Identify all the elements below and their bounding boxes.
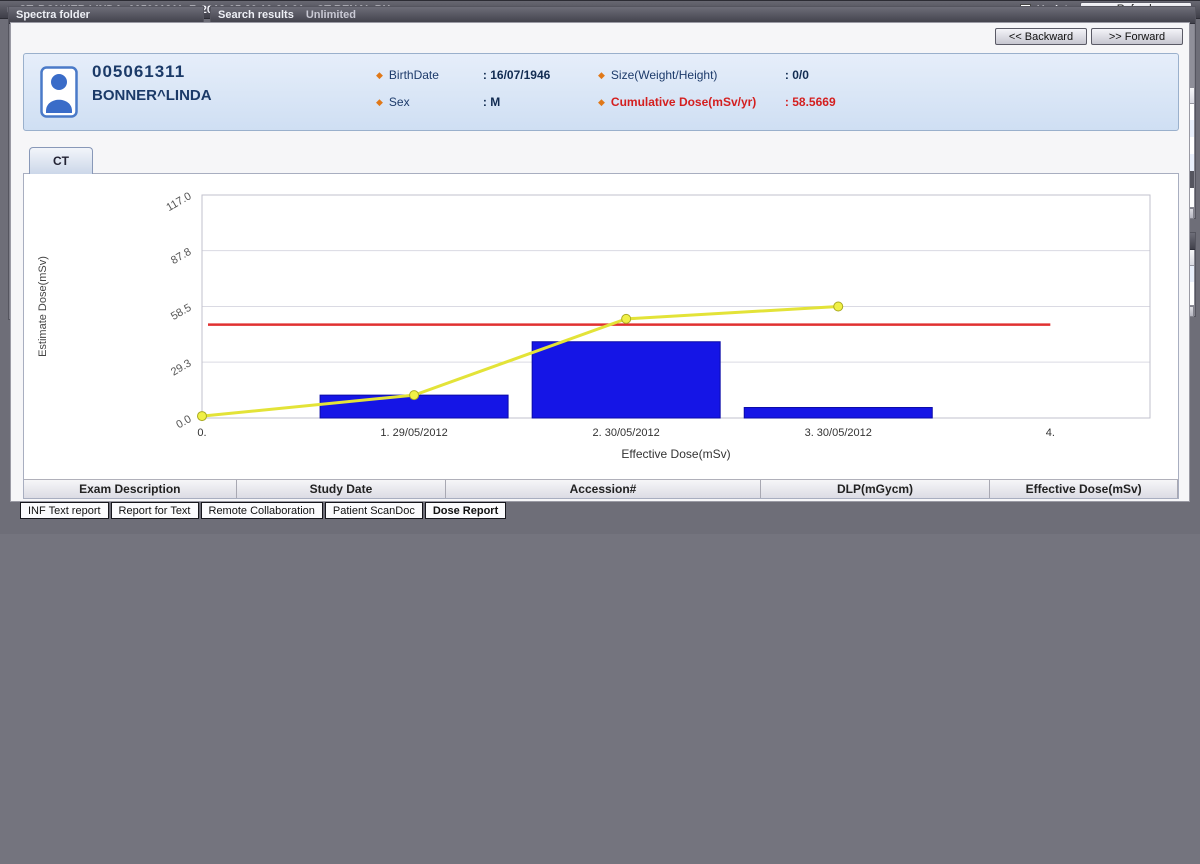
svg-text:4.: 4.: [1046, 427, 1055, 439]
search-results-count: Unlimited: [306, 9, 356, 21]
cumulative-dose-field: ◆ Cumulative Dose(mSv/yr) : 58.5669: [598, 95, 836, 109]
svg-text:0.0: 0.0: [174, 413, 193, 431]
diamond-icon: ◆: [598, 97, 605, 108]
spectra-folder-title: Spectra folder: [16, 9, 90, 21]
birthdate-field: ◆ BirthDate : 16/07/1946: [376, 68, 550, 82]
search-results-title: Search results: [218, 9, 294, 21]
patient-id: 005061311: [92, 62, 185, 82]
birthdate-value: : 16/07/1946: [483, 68, 550, 82]
dose-report-table-header: Exam DescriptionStudy DateAccession#DLP(…: [24, 479, 1178, 498]
cumulative-dose-label: Cumulative Dose(mSv/yr): [611, 95, 779, 109]
tab-dose-report[interactable]: Dose Report: [425, 502, 506, 519]
patient-name: BONNER^LINDA: [92, 87, 212, 104]
svg-text:Estimate Dose(mSv): Estimate Dose(mSv): [37, 256, 49, 357]
modality-tab-ct[interactable]: CT: [29, 147, 93, 174]
forward-button[interactable]: >> Forward: [1091, 28, 1183, 45]
tab-remote-collaboration[interactable]: Remote Collaboration: [201, 502, 323, 519]
patient-icon: [40, 66, 78, 121]
dose-report-panel: ▸ CT, BONNER LINDA, 005061311, F, 2012-0…: [0, 0, 1200, 534]
diamond-icon: ◆: [376, 97, 383, 108]
size-label: Size(Weight/Height): [611, 68, 779, 82]
sex-value: : M: [483, 95, 500, 109]
forward-button-label: >> Forward: [1109, 31, 1165, 43]
cumulative-dose-value: : 58.5669: [785, 95, 836, 109]
patient-info-box: 005061311 BONNER^LINDA ◆ BirthDate : 16/…: [23, 53, 1179, 131]
backward-button-label: << Backward: [1009, 31, 1073, 43]
sex-label: Sex: [389, 95, 477, 109]
svg-text:0.: 0.: [197, 427, 206, 439]
tab-inf-text-report[interactable]: INF Text report: [20, 502, 109, 519]
svg-text:3. 30/05/2012: 3. 30/05/2012: [805, 427, 872, 439]
report-column-header[interactable]: Accession#: [446, 480, 760, 498]
sex-field: ◆ Sex : M: [376, 95, 500, 109]
report-column-header[interactable]: Effective Dose(mSv): [990, 480, 1178, 498]
report-column-header[interactable]: Study Date: [237, 480, 447, 498]
svg-text:Effective Dose(mSv): Effective Dose(mSv): [621, 447, 730, 461]
birthdate-label: BirthDate: [389, 68, 477, 82]
svg-text:2. 30/05/2012: 2. 30/05/2012: [593, 427, 660, 439]
dose-report-body: << Backward >> Forward 005061311 BONNER^…: [10, 22, 1190, 502]
diamond-icon: ◆: [598, 70, 605, 81]
report-column-header[interactable]: Exam Description: [24, 480, 237, 498]
tab-patient-scandoc[interactable]: Patient ScanDoc: [325, 502, 423, 519]
report-tab-bar: INF Text reportReport for TextRemote Col…: [20, 502, 506, 519]
size-value: : 0/0: [785, 68, 809, 82]
svg-text:58.5: 58.5: [169, 302, 194, 323]
svg-text:1. 29/05/2012: 1. 29/05/2012: [380, 427, 447, 439]
dose-chart: 0.0 29.3 58.5 87.8 117.0 0. 1. 29/05/2012 2. 30…: [24, 174, 1178, 478]
pacs-application: Spectra folder New Edit Delete — ✱ Searc…: [0, 0, 1200, 864]
size-field: ◆ Size(Weight/Height) : 0/0: [598, 68, 809, 82]
tab-report-for-text[interactable]: Report for Text: [111, 502, 199, 519]
backward-button[interactable]: << Backward: [995, 28, 1087, 45]
dose-chart-panel: 0.0 29.3 58.5 87.8 117.0 0. 1. 29/05/2012 2. 30…: [23, 173, 1179, 499]
modality-tab-label: CT: [53, 154, 69, 168]
svg-text:87.8: 87.8: [169, 246, 194, 267]
diamond-icon: ◆: [376, 70, 383, 81]
report-column-header[interactable]: DLP(mGycm): [761, 480, 991, 498]
svg-text:117.0: 117.0: [164, 190, 193, 214]
svg-text:29.3: 29.3: [169, 357, 194, 378]
